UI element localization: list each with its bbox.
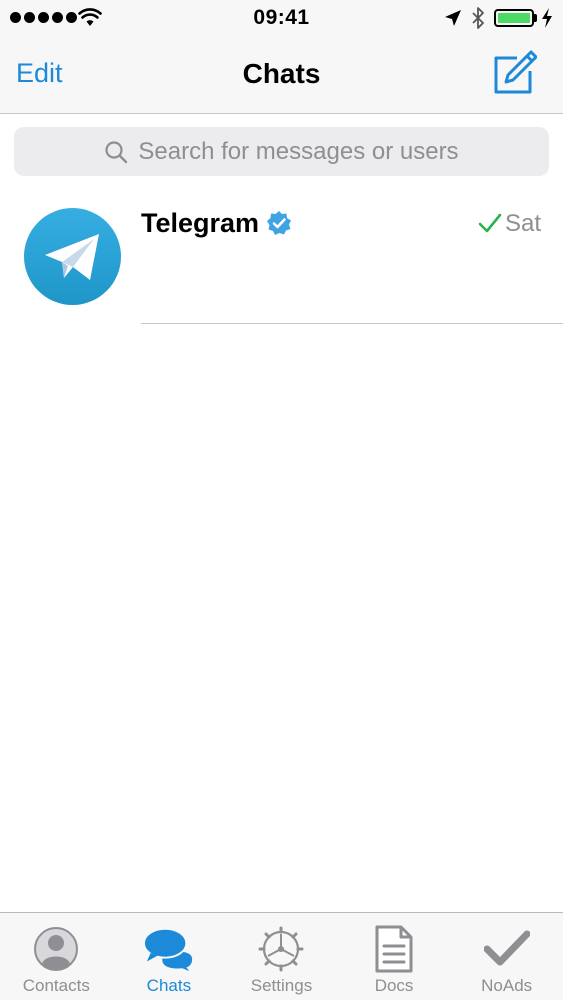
search-bar: Search for messages or users: [0, 115, 563, 187]
search-input[interactable]: Search for messages or users: [14, 127, 549, 176]
search-icon: [105, 140, 128, 163]
bolt-icon: [542, 8, 552, 28]
tab-label: Chats: [146, 976, 192, 995]
tab-label: NoAds: [481, 976, 533, 995]
chat-list-item[interactable]: Telegram Sat: [0, 188, 563, 324]
search-placeholder: Search for messages or users: [138, 137, 459, 165]
navigation-bar: Edit Chats: [0, 36, 563, 114]
tab-docs[interactable]: Docs: [338, 913, 451, 1000]
person-icon: [34, 927, 79, 971]
document-icon: [375, 925, 413, 973]
tab-settings[interactable]: Settings: [225, 913, 338, 1000]
chat-name: Telegram: [141, 208, 260, 238]
page-title: Chats: [242, 58, 321, 89]
checkmark-icon: [478, 213, 502, 233]
chat-bubbles-icon: [142, 927, 193, 972]
tab-contacts[interactable]: Contacts: [0, 913, 113, 1000]
checkmark-icon: [483, 930, 530, 966]
battery-icon: [494, 9, 534, 27]
tab-label: Contacts: [22, 976, 90, 995]
row-divider: [141, 323, 563, 324]
tab-chats[interactable]: Chats: [113, 913, 226, 1000]
status-bar: 09:41: [0, 0, 563, 36]
verified-badge-icon: [267, 211, 291, 235]
chat-time: Sat: [505, 210, 542, 237]
battery-tip: [534, 14, 537, 22]
avatar: [24, 208, 121, 305]
paper-plane-icon: [45, 234, 99, 280]
tab-label: Settings: [250, 976, 313, 995]
tab-bar: Contacts Chats Settings Docs NoAds: [0, 912, 563, 1000]
tab-noads[interactable]: NoAds: [450, 913, 563, 1000]
tab-label: Docs: [374, 976, 414, 995]
location-arrow-icon: [445, 10, 461, 26]
bluetooth-icon: [472, 7, 484, 29]
gear-icon: [258, 926, 304, 972]
compose-icon[interactable]: [491, 50, 537, 96]
